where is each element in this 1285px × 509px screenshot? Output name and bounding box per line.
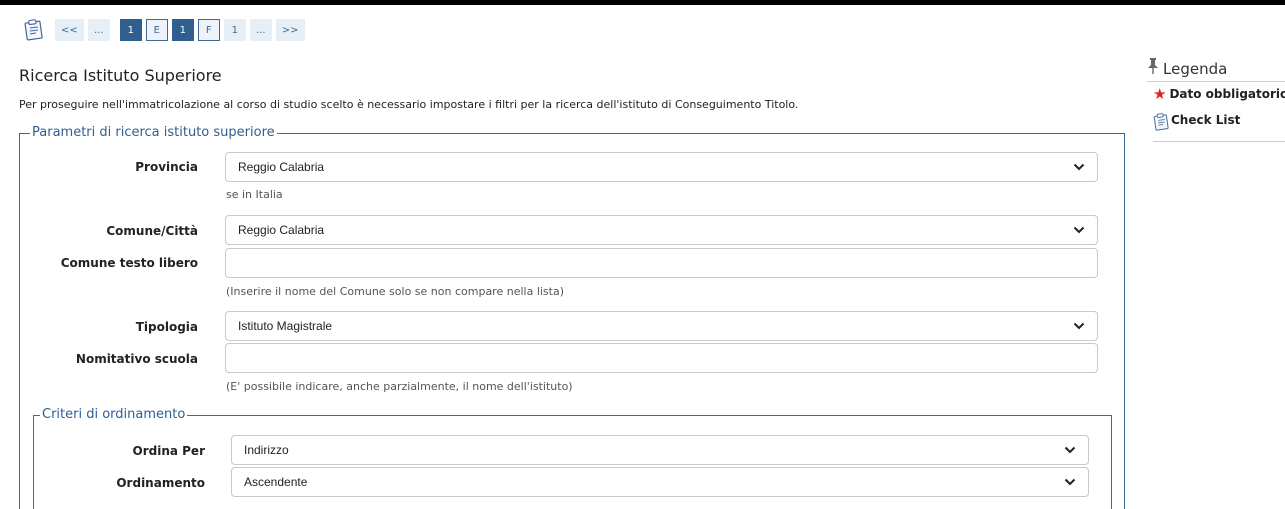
provincia-value: Reggio Calabria	[238, 160, 325, 174]
tipologia-label: Tipologia	[135, 320, 198, 334]
clipboard-icon[interactable]	[24, 19, 44, 41]
legend-header: Legenda	[1147, 56, 1285, 82]
page-ellipsis: ...	[249, 19, 272, 41]
search-params-legend: Parametri di ricerca istituto superiore	[30, 125, 277, 141]
pin-icon	[1147, 58, 1159, 79]
page-title: Ricerca Istituto Superiore	[19, 66, 222, 85]
provincia-label: Provincia	[135, 160, 198, 174]
clipboard-icon	[1153, 113, 1170, 134]
comune-libero-hint: (Inserire il nome del Comune solo se non…	[226, 285, 565, 298]
asterisk-icon: ★	[1153, 84, 1167, 103]
legend-required-item: ★ Dato obbligatorio	[1153, 82, 1285, 106]
ordina-per-label: Ordina Per	[132, 444, 206, 458]
page-step-button[interactable]: 1	[223, 19, 246, 41]
ordinamento-label: Ordinamento	[116, 476, 205, 490]
ordina-per-select[interactable]: Indirizzo	[231, 435, 1089, 465]
step-pagination: << ... 1 E 1 F 1 ... >>	[24, 19, 309, 41]
chevron-down-icon	[1073, 322, 1085, 330]
sort-criteria-legend: Criteri di ordinamento	[40, 407, 188, 423]
comune-value: Reggio Calabria	[238, 223, 325, 237]
chevron-down-icon	[1073, 163, 1085, 171]
page-first-button[interactable]: <<	[55, 19, 84, 41]
page-step-button[interactable]: F	[197, 19, 220, 41]
chevron-down-icon	[1064, 478, 1076, 486]
comune-select[interactable]: Reggio Calabria	[225, 215, 1098, 245]
nominativo-input[interactable]	[225, 343, 1098, 373]
legend-panel: Legenda ★ Dato obbligatorio Check List	[1147, 56, 1285, 142]
top-bar	[0, 0, 1285, 5]
chevron-down-icon	[1073, 226, 1085, 234]
comune-label: Comune/Città	[106, 224, 198, 238]
page-intro: Per proseguire nell'immatricolazione al …	[19, 98, 799, 111]
legend-required-label: Dato obbligatorio	[1169, 87, 1285, 101]
page-ellipsis: ...	[87, 19, 110, 41]
nominativo-hint: (E' possibile indicare, anche parzialmen…	[226, 380, 573, 393]
nominativo-label: Nomitativo scuola	[75, 352, 198, 366]
legend-checklist-label[interactable]: Check List	[1171, 113, 1240, 127]
provincia-hint: se in Italia	[226, 188, 283, 201]
ordinamento-value: Ascendente	[244, 475, 308, 489]
page-step-current[interactable]: 1	[171, 19, 194, 41]
page-step-button[interactable]: E	[145, 19, 168, 41]
chevron-down-icon	[1064, 446, 1076, 454]
ordina-per-value: Indirizzo	[244, 443, 289, 457]
ordinamento-select[interactable]: Ascendente	[231, 467, 1089, 497]
provincia-select[interactable]: Reggio Calabria	[225, 152, 1098, 182]
tipologia-value: Istituto Magistrale	[238, 319, 333, 333]
legend-checklist-item[interactable]: Check List	[1153, 106, 1285, 142]
tipologia-select[interactable]: Istituto Magistrale	[225, 311, 1098, 341]
comune-libero-input[interactable]	[225, 248, 1098, 278]
comune-libero-label: Comune testo libero	[60, 256, 198, 270]
legend-title: Legenda	[1163, 59, 1228, 78]
page-step-button[interactable]: 1	[119, 19, 142, 41]
page-last-button[interactable]: >>	[275, 19, 305, 41]
